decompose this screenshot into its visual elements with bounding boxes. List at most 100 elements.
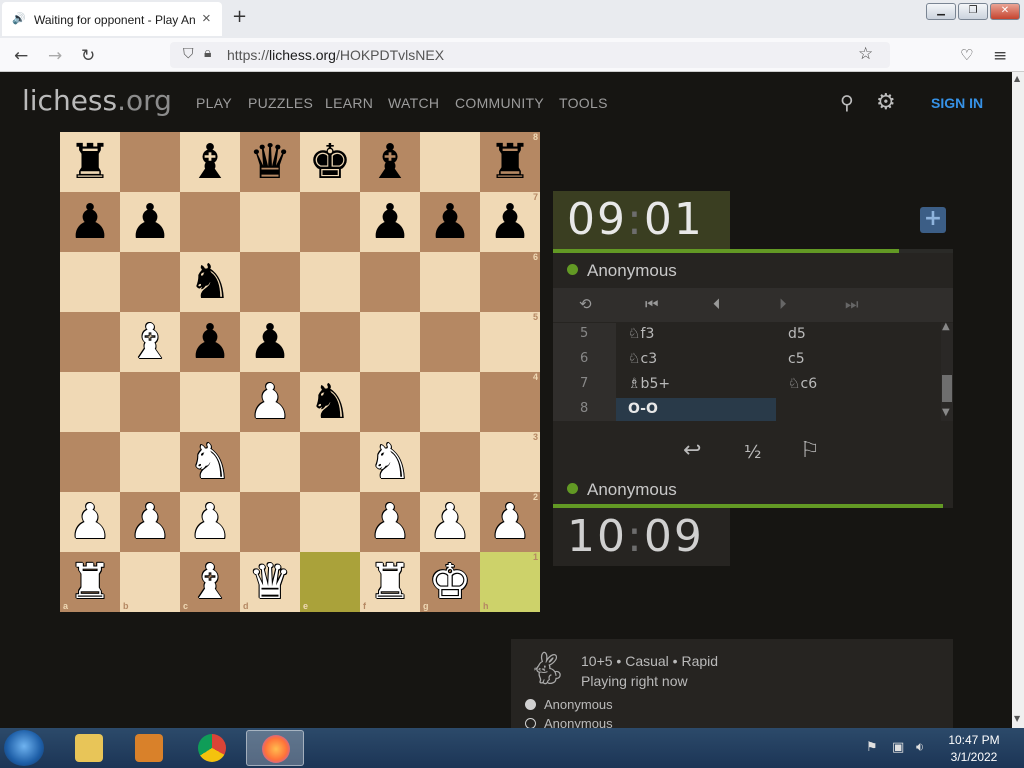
square-g5[interactable] xyxy=(420,312,480,372)
scroll-down-icon[interactable]: ▼ xyxy=(1014,714,1020,723)
taskbar-chrome[interactable] xyxy=(183,730,241,766)
white-pawn-piece[interactable]: ♟ xyxy=(368,498,411,546)
search-icon[interactable]: ⚲ xyxy=(840,92,854,114)
square-e6[interactable] xyxy=(300,252,360,312)
square-d2[interactable] xyxy=(240,492,300,552)
white-pawn-piece[interactable]: ♟ xyxy=(488,498,531,546)
scroll-down-icon[interactable]: ▼ xyxy=(942,407,950,418)
white-move[interactable]: O-O xyxy=(616,398,776,421)
nav-puzzles[interactable]: PUZZLES xyxy=(248,95,313,111)
lock-icon[interactable]: 🔒︎ xyxy=(204,45,211,61)
flip-board-icon[interactable]: ⟲ xyxy=(579,295,592,313)
new-tab-button[interactable]: + xyxy=(232,6,247,27)
bottom-player[interactable]: Anonymous xyxy=(567,480,677,500)
white-king-piece[interactable]: ♚ xyxy=(428,558,471,606)
square-g3[interactable] xyxy=(420,432,480,492)
square-b8[interactable] xyxy=(120,132,180,192)
square-d6[interactable] xyxy=(240,252,300,312)
takeback-icon[interactable]: ↩ xyxy=(683,438,701,463)
reload-button[interactable]: ↻ xyxy=(81,46,95,66)
white-queen-piece[interactable]: ♛ xyxy=(248,558,291,606)
square-b2[interactable]: ♟ xyxy=(120,492,180,552)
square-f6[interactable] xyxy=(360,252,420,312)
black-rook-piece[interactable]: ♜ xyxy=(68,138,111,186)
square-a2[interactable]: ♟ xyxy=(60,492,120,552)
black-pawn-piece[interactable]: ♟ xyxy=(488,198,531,246)
black-bishop-piece[interactable]: ♝ xyxy=(188,138,231,186)
square-c7[interactable] xyxy=(180,192,240,252)
next-move-icon[interactable]: ⏵ xyxy=(779,295,787,313)
square-h4[interactable]: 4 xyxy=(480,372,540,432)
black-pawn-piece[interactable]: ♟ xyxy=(248,318,291,366)
scroll-up-icon[interactable]: ▲ xyxy=(1014,74,1020,83)
square-b3[interactable] xyxy=(120,432,180,492)
square-d8[interactable]: ♛ xyxy=(240,132,300,192)
square-h2[interactable]: ♟ 2 xyxy=(480,492,540,552)
pocket-icon[interactable]: ♡ xyxy=(960,46,973,64)
nav-learn[interactable]: LEARN xyxy=(325,95,373,111)
square-a8[interactable]: ♜ xyxy=(60,132,120,192)
square-f1[interactable]: ♜ f xyxy=(360,552,420,612)
offer-draw-button[interactable]: ½ xyxy=(744,442,761,463)
white-rook-piece[interactable]: ♜ xyxy=(68,558,111,606)
white-pawn-piece[interactable]: ♟ xyxy=(428,498,471,546)
square-h5[interactable]: 5 xyxy=(480,312,540,372)
square-b1[interactable]: b xyxy=(120,552,180,612)
nav-tools[interactable]: TOOLS xyxy=(559,95,608,111)
square-c6[interactable]: ♞ xyxy=(180,252,240,312)
taskbar-media-player[interactable] xyxy=(120,730,178,766)
square-b4[interactable] xyxy=(120,372,180,432)
square-c1[interactable]: ♝ c xyxy=(180,552,240,612)
black-move[interactable]: ♘c6 xyxy=(776,373,936,398)
white-pawn-piece[interactable]: ♟ xyxy=(248,378,291,426)
start-button[interactable] xyxy=(4,730,44,766)
square-c8[interactable]: ♝ xyxy=(180,132,240,192)
game-player-white[interactable]: Anonymous xyxy=(525,697,613,712)
square-f5[interactable] xyxy=(360,312,420,372)
white-pawn-piece[interactable]: ♟ xyxy=(128,498,171,546)
square-c2[interactable]: ♟ xyxy=(180,492,240,552)
taskbar-firefox[interactable] xyxy=(246,730,304,766)
square-f8[interactable]: ♝ xyxy=(360,132,420,192)
square-a1[interactable]: ♜ a xyxy=(60,552,120,612)
square-a5[interactable] xyxy=(60,312,120,372)
black-knight-piece[interactable]: ♞ xyxy=(188,258,231,306)
sign-in-link[interactable]: SIGN IN xyxy=(931,95,983,111)
white-knight-piece[interactable]: ♞ xyxy=(368,438,411,486)
square-d3[interactable] xyxy=(240,432,300,492)
scroll-up-icon[interactable]: ▲ xyxy=(942,321,950,332)
move-list-scrollbar[interactable]: ▲ ▼ xyxy=(941,321,953,421)
square-a6[interactable] xyxy=(60,252,120,312)
black-pawn-piece[interactable]: ♟ xyxy=(428,198,471,246)
square-d7[interactable] xyxy=(240,192,300,252)
network-warning-icon[interactable]: ⚑ xyxy=(866,740,878,755)
menu-icon[interactable]: ≡ xyxy=(993,46,1007,66)
square-c5[interactable]: ♟ xyxy=(180,312,240,372)
black-move[interactable] xyxy=(776,398,936,421)
white-rook-piece[interactable]: ♜ xyxy=(368,558,411,606)
browser-tab[interactable]: 🔊 Waiting for opponent - Play An × xyxy=(2,2,222,36)
square-g6[interactable] xyxy=(420,252,480,312)
previous-move-icon[interactable]: ⏴ xyxy=(713,295,721,313)
black-pawn-piece[interactable]: ♟ xyxy=(68,198,111,246)
top-player[interactable]: Anonymous xyxy=(567,261,677,281)
chess-board[interactable]: ♜ ♝ ♛ ♚ ♝ ♜ 8 ♟ ♟ ♟ ♟ ♟ 7 ♞ 6 ♝ ♟ ♟ 5 ♟ ♞ 4 ♞ ♞ 3 ♟ ♟ ♟ ♟ ♟ ♟ 2 ♜ a b ♝ c ♛ d e… xyxy=(60,132,540,612)
square-g8[interactable] xyxy=(420,132,480,192)
square-d1[interactable]: ♛ d xyxy=(240,552,300,612)
square-g4[interactable] xyxy=(420,372,480,432)
square-h8[interactable]: ♜ 8 xyxy=(480,132,540,192)
square-e5[interactable] xyxy=(300,312,360,372)
square-h1[interactable]: 1h xyxy=(480,552,540,612)
page-scrollbar[interactable]: ▲ ▼ xyxy=(1012,72,1024,728)
site-logo[interactable]: lichess.org xyxy=(22,84,172,117)
bookmark-star-icon[interactable]: ☆ xyxy=(858,44,873,64)
address-bar[interactable]: ⛉ 🔒︎ https://lichess.org/HOKPDTvlsNEX ☆ xyxy=(170,42,890,68)
square-e7[interactable] xyxy=(300,192,360,252)
square-h7[interactable]: ♟ 7 xyxy=(480,192,540,252)
gear-icon[interactable]: ⚙ xyxy=(876,90,896,115)
square-f2[interactable]: ♟ xyxy=(360,492,420,552)
square-f3[interactable]: ♞ xyxy=(360,432,420,492)
give-time-button[interactable]: + xyxy=(920,207,946,233)
white-pawn-piece[interactable]: ♟ xyxy=(68,498,111,546)
square-b7[interactable]: ♟ xyxy=(120,192,180,252)
